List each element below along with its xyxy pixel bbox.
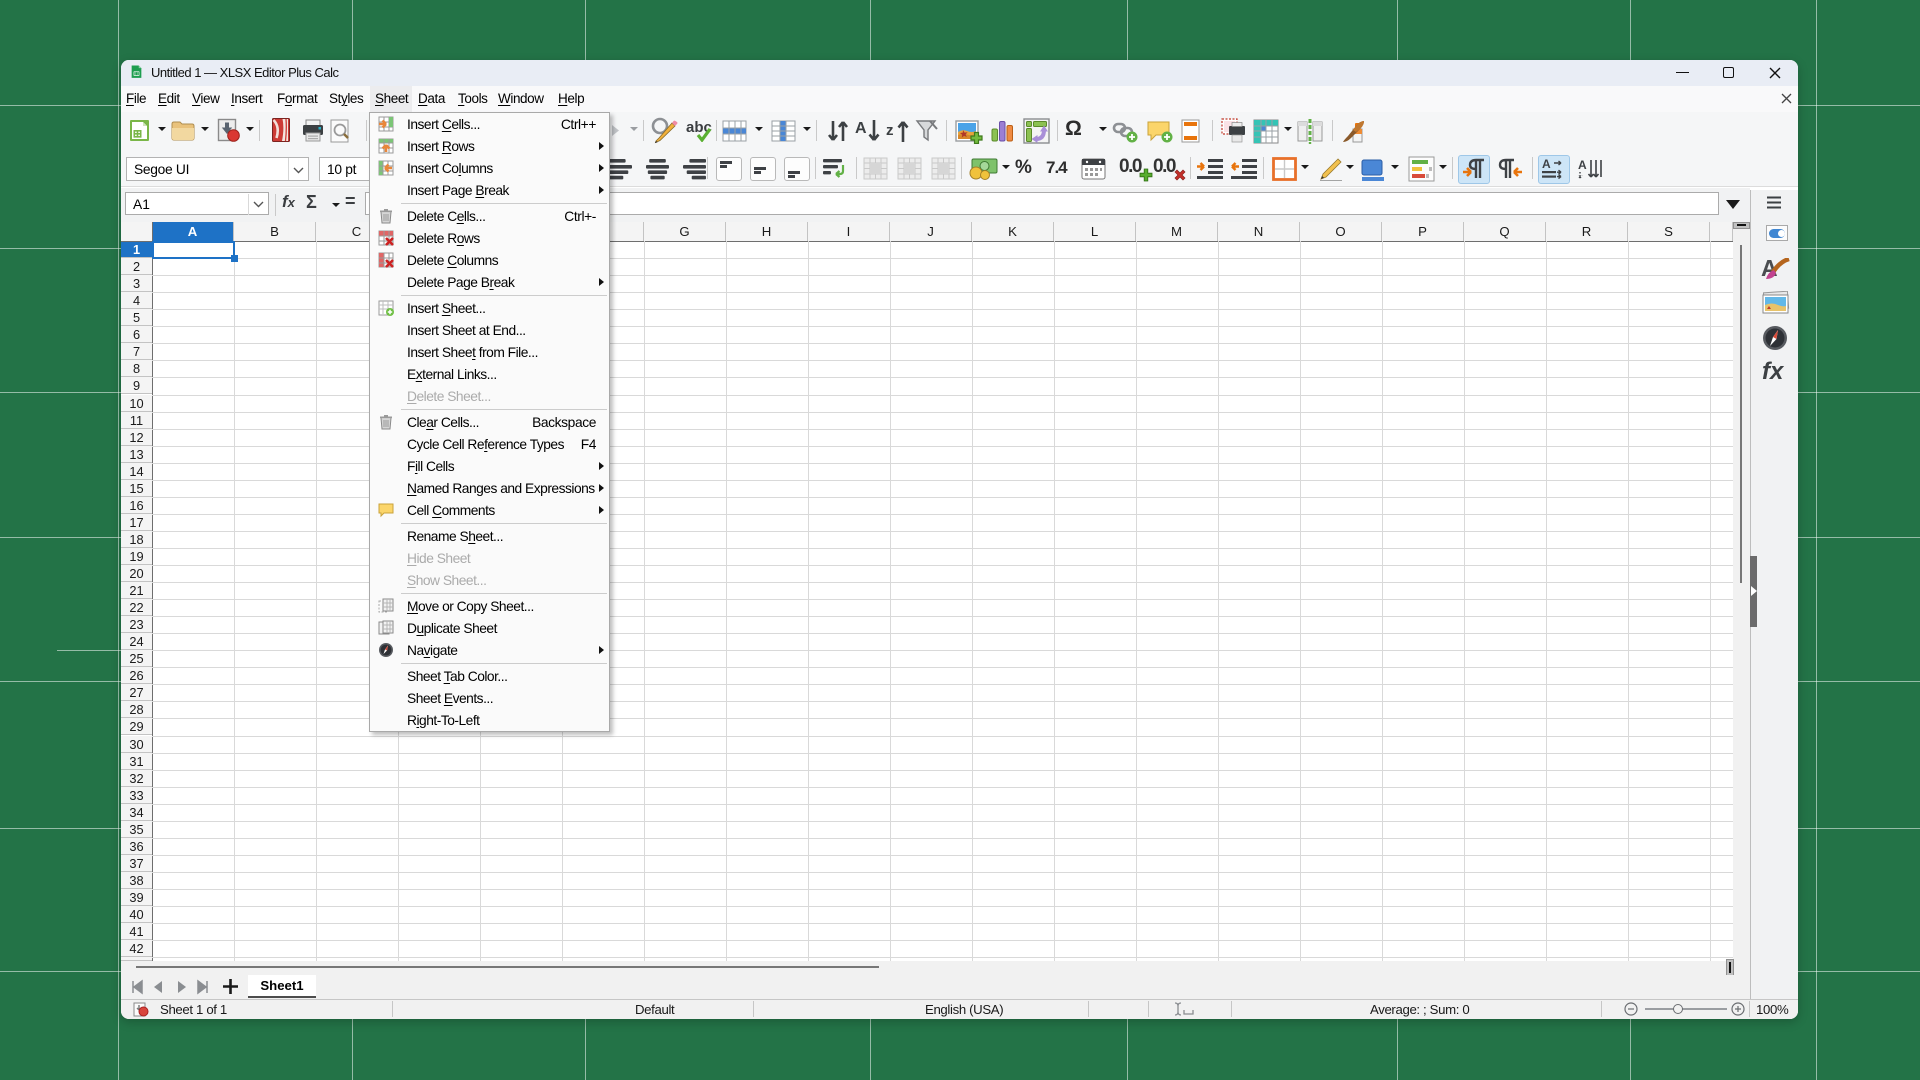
svg-text:A: A (1542, 158, 1551, 171)
svg-text:A: A (1578, 158, 1587, 172)
